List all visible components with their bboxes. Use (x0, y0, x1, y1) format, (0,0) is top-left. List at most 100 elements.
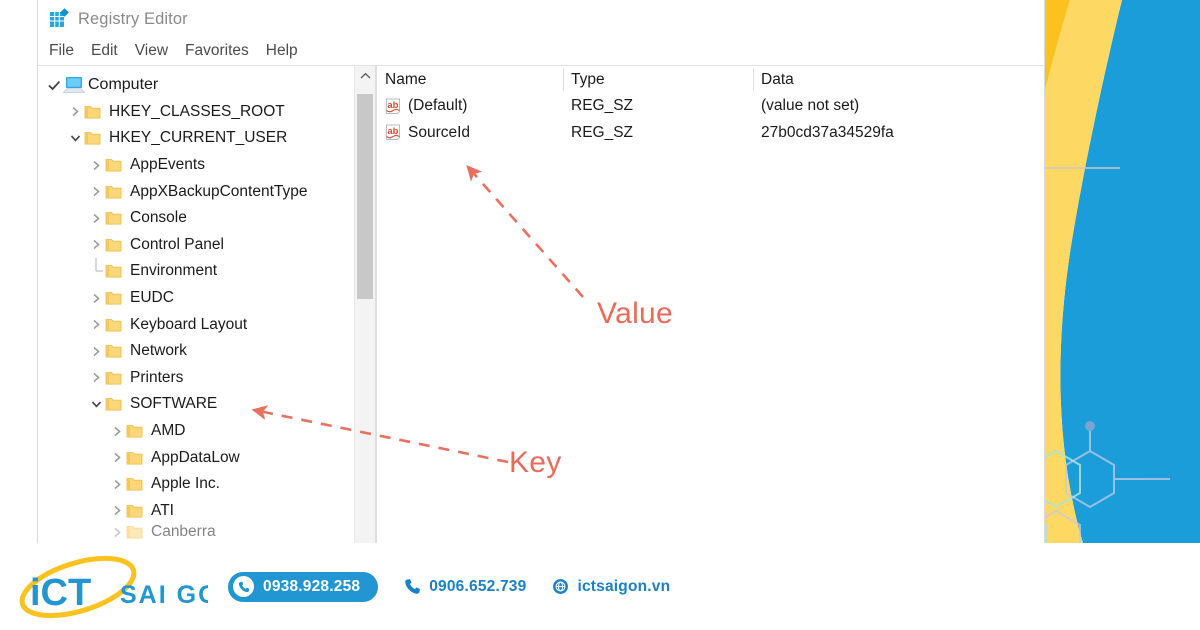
registry-tree[interactable]: Computer HKEY_CLASSES_ROOT HKEY_CURRENT_US… (38, 66, 375, 540)
value-name: SourceId (408, 123, 471, 141)
value-type: REG_SZ (571, 97, 634, 115)
chevron-right-icon[interactable] (88, 293, 105, 304)
chevron-right-icon[interactable] (88, 213, 105, 224)
chevron-down-icon[interactable] (88, 400, 105, 409)
sourceid-value-row[interactable]: ab SourceId REG_SZ 27b0cd37a34529fa (377, 120, 1044, 147)
annotation-label-value: Value (597, 297, 674, 330)
annotation-label-key: Key (509, 446, 562, 479)
values-list[interactable]: ab (Default) REG_SZ (value not set) ab Source… (377, 93, 1044, 146)
value-name: (Default) (408, 97, 468, 115)
menu-item-help[interactable]: Help (265, 42, 299, 60)
menu-bar[interactable]: File Edit View Favorites Help (38, 38, 1044, 63)
tree-node[interactable]: HKEY_CURRENT_USER (38, 125, 375, 152)
folder-icon (84, 130, 106, 146)
tree-node-label: HKEY_CLASSES_ROOT (109, 102, 285, 120)
folder-icon (126, 423, 148, 439)
values-column-headers[interactable]: Name Type Data (377, 66, 1044, 93)
value-data: 27b0cd37a34529fa (761, 123, 894, 141)
contact-website[interactable]: ictsaigon.vn (552, 578, 670, 596)
chevron-right-icon[interactable] (88, 372, 105, 383)
tree-node[interactable]: AppDataLow (38, 444, 375, 471)
registry-editor-icon (48, 8, 70, 30)
tree-node[interactable]: Console (38, 205, 375, 232)
contact-phone-primary[interactable]: 0938.928.258 (228, 571, 379, 602)
tree-node-label: AppEvents (130, 156, 205, 174)
tree-node[interactable]: Canberra (38, 524, 375, 540)
chevron-right-icon[interactable] (109, 479, 126, 490)
tree-node[interactable]: Computer (38, 72, 375, 99)
folder-icon (84, 104, 106, 120)
column-header-type[interactable]: Type (563, 66, 753, 93)
tree-node[interactable]: Apple Inc. (38, 471, 375, 498)
menu-item-file[interactable]: File (48, 42, 75, 60)
chevron-right-icon[interactable] (67, 106, 84, 117)
tree-node[interactable]: AppXBackupContentType (38, 178, 375, 205)
tree-node-label: Control Panel (130, 235, 224, 253)
chevron-right-icon[interactable] (88, 239, 105, 250)
tree-node-label: Computer (88, 76, 159, 94)
value-data: (value not set) (761, 97, 860, 115)
folder-icon (105, 396, 127, 412)
column-header-data[interactable]: Data (753, 66, 1044, 93)
string-value-icon: ab (385, 124, 404, 141)
tree-node-label: Console (130, 209, 187, 227)
tree-node[interactable]: Printers (38, 365, 375, 392)
registry-values-pane[interactable]: Name Type Data ab (Default) REG_SZ (value n… (376, 65, 1044, 543)
menu-item-favorites[interactable]: Favorites (184, 42, 250, 60)
folder-icon (105, 157, 127, 173)
tree-node[interactable]: HKEY_CLASSES_ROOT (38, 99, 375, 126)
ict-saigon-logo: iCT SAI GON (12, 551, 238, 623)
tree-node[interactable]: EUDC (38, 285, 375, 312)
window-title: Registry Editor (78, 9, 188, 28)
tree-node[interactable]: AMD (38, 418, 375, 445)
tree-node-label: Network (130, 342, 187, 360)
tree-scrollbar-thumb[interactable] (357, 94, 373, 299)
chevron-right-icon[interactable] (88, 346, 105, 357)
chevron-down-icon[interactable] (67, 134, 84, 143)
chevron-right-icon[interactable] (109, 505, 126, 516)
chevron-right-icon[interactable] (109, 426, 126, 437)
globe-icon (552, 578, 569, 595)
tree-node-label: Printers (130, 368, 184, 386)
menu-item-view[interactable]: View (134, 42, 169, 60)
value-row[interactable]: ab (Default) REG_SZ (value not set) (377, 93, 1044, 120)
tree-guide-icon[interactable] (88, 258, 105, 284)
tree-node-label: AMD (151, 422, 186, 440)
folder-icon (105, 210, 127, 226)
tree-node[interactable]: ATI (38, 498, 375, 525)
chevron-right-icon[interactable] (88, 319, 105, 330)
tree-node[interactable]: Keyboard Layout (38, 311, 375, 338)
window-titlebar: Registry Editor (38, 0, 1044, 38)
tree-node-label: Canberra (151, 524, 216, 541)
menu-item-edit[interactable]: Edit (90, 42, 119, 60)
column-header-name[interactable]: Name (377, 66, 563, 93)
tree-node[interactable]: Network (38, 338, 375, 365)
software-tree-node[interactable]: SOFTWARE (38, 391, 375, 418)
chevron-right-icon[interactable] (88, 160, 105, 171)
tree-node-label: AppDataLow (151, 448, 240, 466)
folder-icon (126, 450, 148, 466)
tree-node[interactable]: Control Panel (38, 232, 375, 259)
tree-node-label: AppXBackupContentType (130, 182, 308, 200)
contact-phone-secondary[interactable]: 0906.652.739 (404, 578, 526, 596)
registry-tree-pane[interactable]: Computer HKEY_CLASSES_ROOT HKEY_CURRENT_US… (38, 65, 376, 543)
tree-node-label: HKEY_CURRENT_USER (109, 129, 288, 147)
tree-node[interactable]: AppEvents (38, 152, 375, 179)
footer-bar: iCT SAI GON 0938.928.258 0906.652.739 (0, 543, 1200, 630)
tree-node-label: ATI (151, 501, 174, 519)
value-type: REG_SZ (571, 123, 634, 141)
tree-node[interactable]: Environment (38, 258, 375, 285)
chevron-right-icon[interactable] (88, 186, 105, 197)
scroll-up-icon[interactable] (355, 66, 375, 86)
chevron-right-icon[interactable] (109, 452, 126, 463)
chevron-right-icon[interactable] (109, 527, 126, 538)
svg-text:SAI GON: SAI GON (120, 581, 208, 609)
folder-icon (126, 524, 148, 540)
folder-icon (126, 476, 148, 492)
string-value-icon: ab (385, 98, 404, 115)
folder-icon (105, 343, 127, 359)
folder-icon (105, 370, 127, 386)
phone-icon (233, 576, 254, 597)
tree-scrollbar[interactable] (354, 66, 375, 543)
check-icon[interactable] (46, 80, 63, 91)
